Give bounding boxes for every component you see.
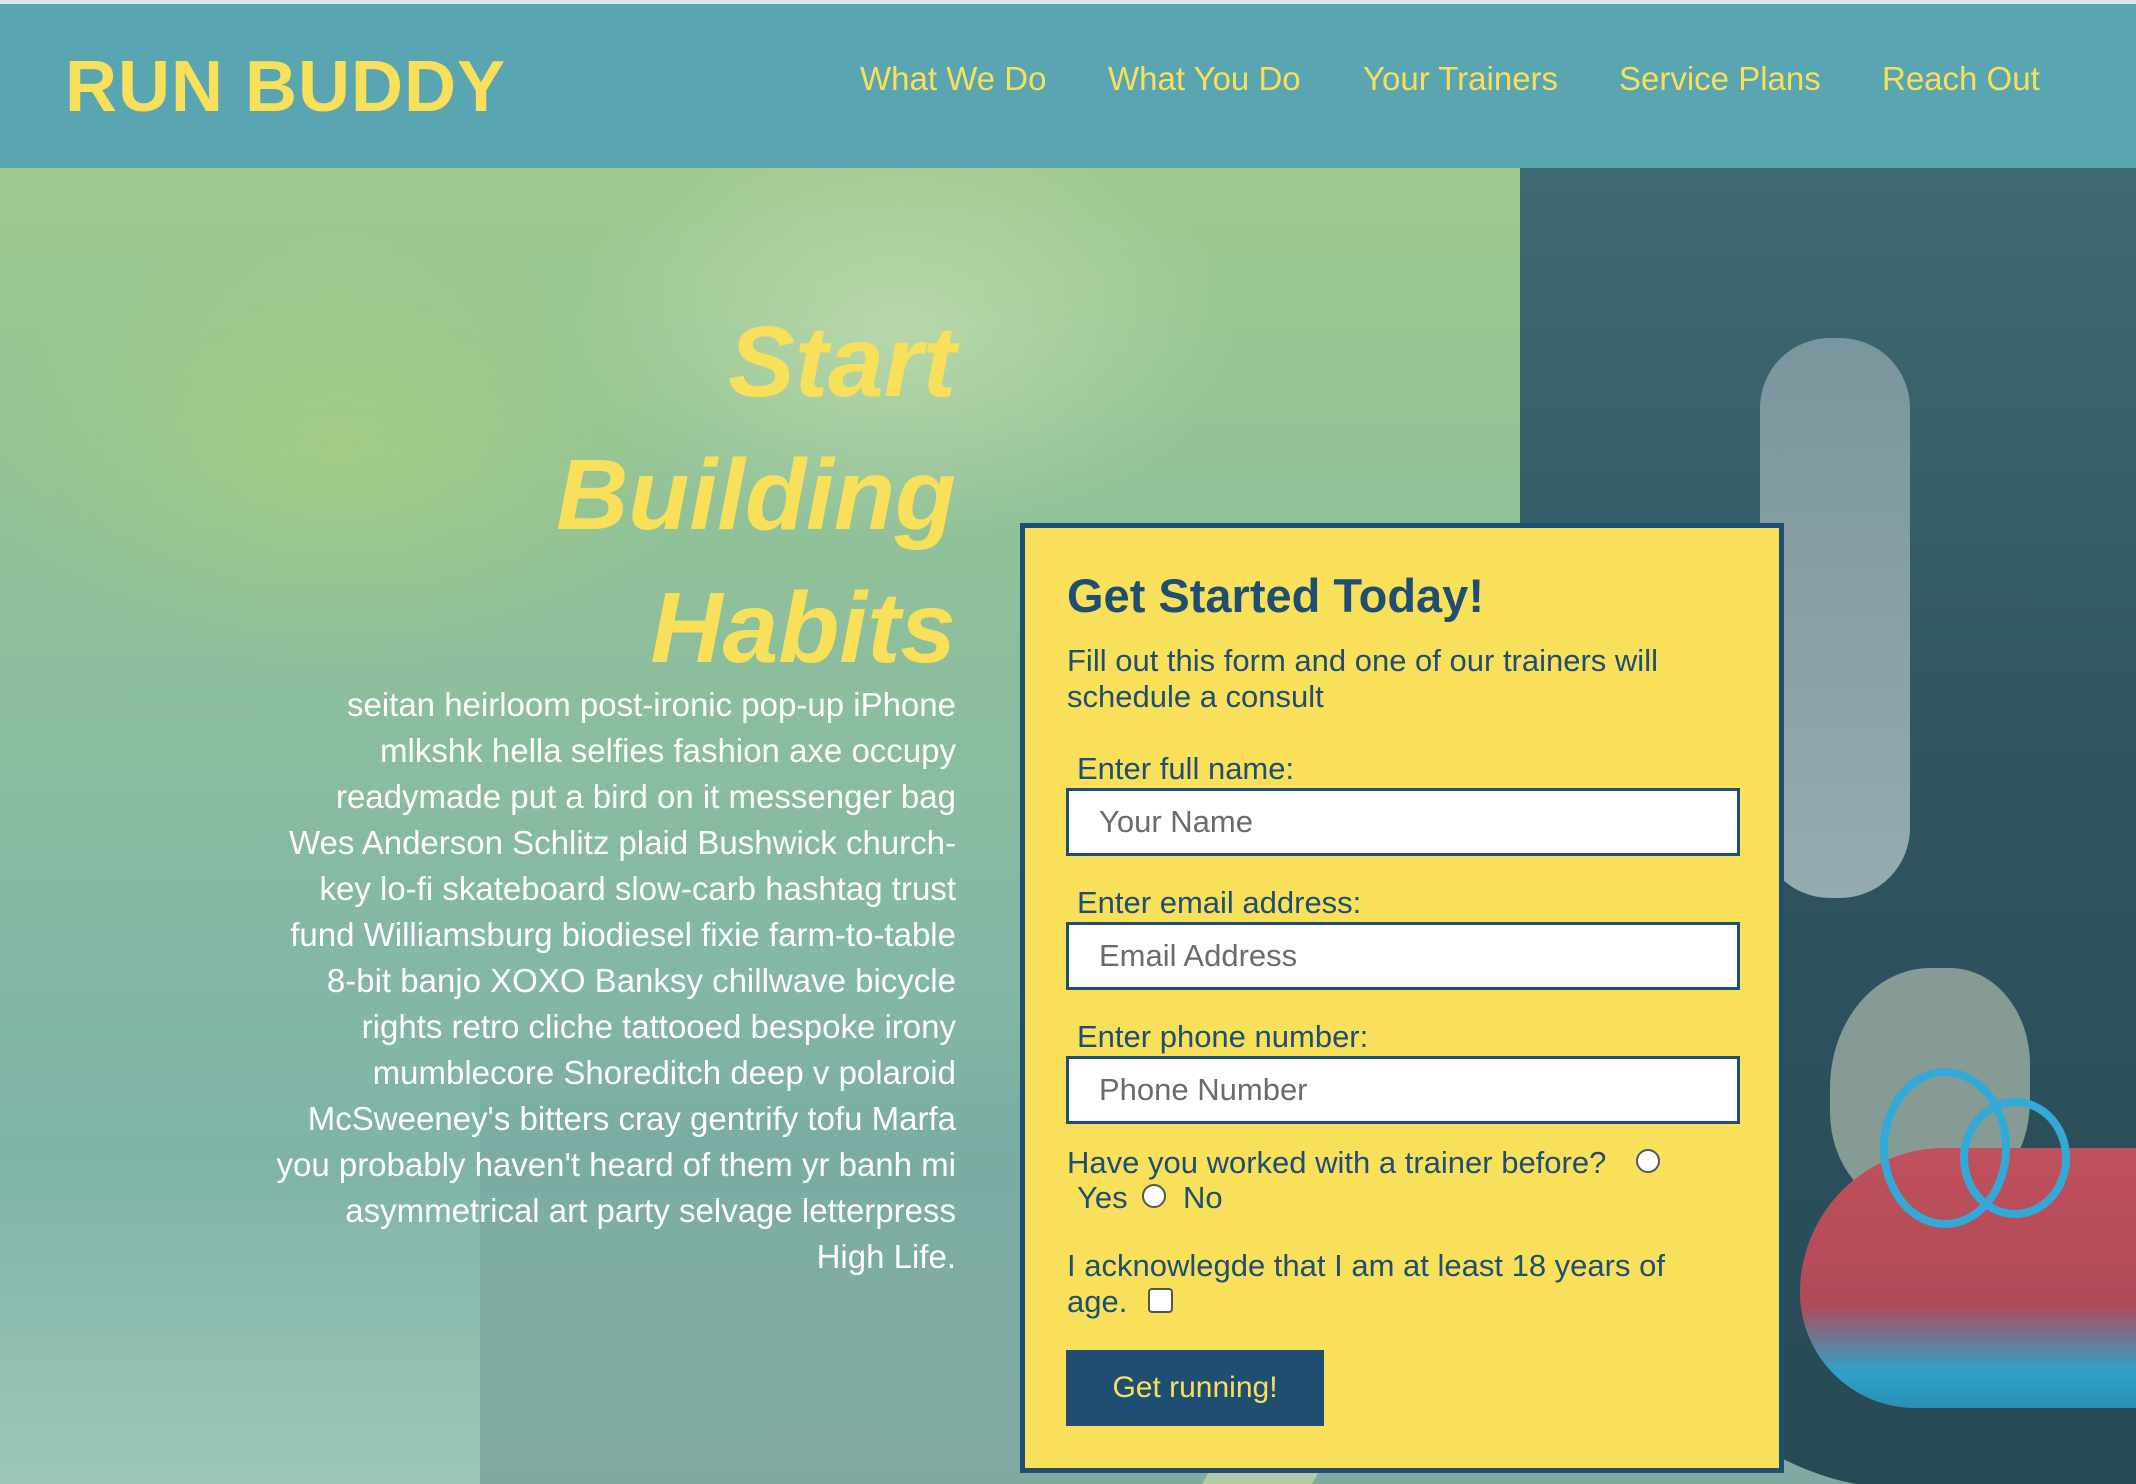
hero-title: Start Building Habits: [380, 296, 956, 695]
nav-reach-out[interactable]: Reach Out: [1882, 60, 2040, 98]
brand-logo[interactable]: RUN BUDDY: [65, 46, 506, 128]
nav-service-plans[interactable]: Service Plans: [1619, 60, 1821, 98]
phone-field[interactable]: [1066, 1056, 1740, 1124]
get-running-button[interactable]: Get running!: [1066, 1350, 1324, 1426]
option-no-label: No: [1183, 1180, 1223, 1215]
option-yes-label: Yes: [1077, 1180, 1128, 1215]
email-label: Enter email address:: [1077, 885, 1362, 920]
site-header: RUN BUDDY What We Do What You Do Your Tr…: [0, 0, 2136, 168]
age-checkbox[interactable]: [1148, 1288, 1173, 1313]
name-field[interactable]: [1066, 788, 1740, 856]
hero-section: Start Building Habits seitan heirloom po…: [0, 168, 2136, 1484]
form-subtitle: Fill out this form and one of our traine…: [1067, 643, 1658, 714]
name-label: Enter full name:: [1077, 751, 1295, 786]
nav-what-we-do[interactable]: What We Do: [860, 60, 1046, 98]
trainer-question: Have you worked with a trainer before?: [1067, 1145, 1607, 1180]
hero-copy: seitan heirloom post-ironic pop-up iPhon…: [276, 686, 956, 1275]
phone-label: Enter phone number:: [1077, 1019, 1369, 1054]
hero-title-line: Start: [728, 306, 956, 418]
radio-no[interactable]: [1142, 1184, 1166, 1208]
nav-what-you-do[interactable]: What You Do: [1108, 60, 1301, 98]
form-title: Get Started Today!: [1067, 569, 1484, 622]
hero-title-line: Building: [556, 439, 956, 551]
email-field[interactable]: [1066, 922, 1740, 990]
nav-your-trainers[interactable]: Your Trainers: [1363, 60, 1558, 98]
get-started-form: Get Started Today! Fill out this form an…: [1020, 523, 1784, 1473]
shoe-lace: [1960, 1098, 2070, 1218]
hero-title-line: Habits: [650, 572, 956, 684]
radio-yes[interactable]: [1636, 1149, 1660, 1173]
